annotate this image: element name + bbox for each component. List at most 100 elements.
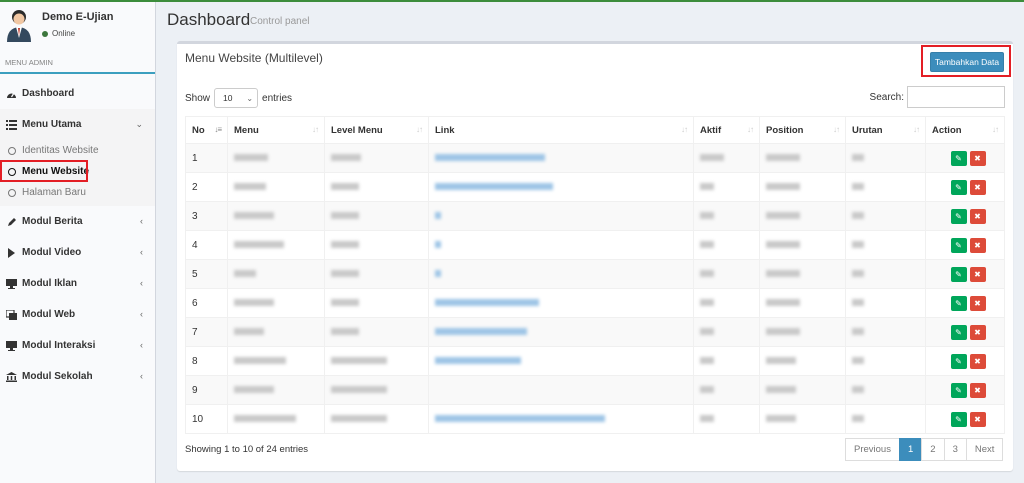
delete-icon[interactable]: ✖ — [969, 179, 986, 195]
edit-icon[interactable]: ✎ — [950, 179, 967, 195]
user-status-label: Online — [52, 29, 76, 38]
cell-link[interactable] — [428, 288, 694, 318]
edit-icon[interactable]: ✎ — [950, 382, 967, 398]
sidebar-item-modul-sekolah[interactable]: Modul Sekolah ‹ — [0, 361, 155, 392]
cell-link[interactable] — [428, 143, 694, 173]
redacted-link[interactable] — [435, 212, 441, 220]
cell-aktif — [693, 346, 760, 376]
sidebar-subitem-halaman-baru[interactable]: Halaman Baru — [0, 182, 155, 203]
redacted-text — [700, 212, 714, 220]
redacted-link[interactable] — [435, 299, 539, 307]
redacted-text — [766, 154, 800, 162]
delete-icon[interactable]: ✖ — [969, 295, 986, 311]
redacted-text — [852, 415, 864, 423]
redacted-text — [700, 183, 714, 191]
delete-icon[interactable]: ✖ — [969, 266, 986, 282]
sort-icon: ↓↑ — [992, 125, 999, 134]
cell-link[interactable] — [428, 201, 694, 231]
column-header-aktif[interactable]: Aktif ↓↑ — [693, 116, 760, 144]
cell-link[interactable] — [428, 346, 694, 376]
delete-icon[interactable]: ✖ — [969, 150, 986, 166]
cell-link[interactable] — [428, 317, 694, 347]
pagination-page-2[interactable]: 2 — [921, 438, 945, 461]
redacted-text — [331, 241, 359, 249]
cell-urutan — [845, 288, 926, 318]
cell-urutan — [845, 375, 926, 405]
delete-icon[interactable]: ✖ — [969, 324, 986, 340]
delete-icon[interactable]: ✖ — [969, 208, 986, 224]
cell-no: 4 — [185, 230, 228, 260]
redacted-link[interactable] — [435, 241, 441, 249]
sidebar-item-modul-iklan[interactable]: Modul Iklan ‹ — [0, 268, 155, 299]
edit-icon[interactable]: ✎ — [950, 353, 967, 369]
redacted-link[interactable] — [435, 415, 605, 423]
redacted-text — [331, 415, 387, 423]
column-header-action[interactable]: Action ↓↑ — [925, 116, 1005, 144]
dashboard-icon — [6, 88, 17, 99]
column-header-label: Aktif — [700, 124, 722, 136]
cell-level-menu — [324, 230, 429, 260]
pagination-page-1[interactable]: 1 — [898, 438, 923, 461]
search-input[interactable] — [907, 86, 1005, 108]
edit-icon[interactable]: ✎ — [950, 266, 967, 282]
circle-icon — [8, 188, 16, 197]
column-header-position[interactable]: Position ↓↑ — [759, 116, 846, 144]
delete-icon[interactable]: ✖ — [969, 382, 986, 398]
entries-label: entries — [262, 92, 293, 104]
edit-icon[interactable]: ✎ — [950, 237, 967, 253]
delete-icon[interactable]: ✖ — [969, 353, 986, 369]
cell-link[interactable] — [428, 404, 694, 434]
sidebar-item-modul-berita[interactable]: Modul Berita ‹ — [0, 206, 155, 237]
cell-no: 1 — [185, 143, 228, 173]
chevron-left-icon: ‹ — [140, 278, 143, 288]
cell-link[interactable] — [428, 172, 694, 202]
column-header-urutan[interactable]: Urutan ↓↑ — [845, 116, 926, 144]
pagination-previous[interactable]: Previous — [845, 438, 900, 461]
sidebar-item-modul-video[interactable]: Modul Video ‹ — [0, 237, 155, 268]
column-header-level-menu[interactable]: Level Menu ↓↑ — [324, 116, 429, 144]
cell-link[interactable] — [428, 230, 694, 260]
redacted-link[interactable] — [435, 183, 553, 191]
redacted-link[interactable] — [435, 154, 545, 162]
sidebar-item-modul-interaksi[interactable]: Modul Interaksi ‹ — [0, 330, 155, 361]
user-panel: Demo E-Ujian Online — [0, 2, 155, 52]
chevron-left-icon: ‹ — [140, 309, 143, 319]
pagination-next[interactable]: Next — [965, 438, 1004, 461]
redacted-link[interactable] — [435, 357, 521, 365]
redacted-text — [766, 357, 796, 365]
redacted-text — [700, 154, 724, 162]
cell-link[interactable] — [428, 375, 694, 405]
column-header-no[interactable]: No ↓≡ — [185, 116, 228, 144]
cell-link[interactable] — [428, 259, 694, 289]
delete-icon[interactable]: ✖ — [969, 411, 986, 427]
sidebar-item-menu-utama[interactable]: Menu Utama ⌄ — [0, 109, 155, 140]
redacted-text — [766, 386, 796, 394]
cell-position — [759, 317, 846, 347]
page-title: Dashboard — [167, 10, 251, 29]
pagination-page-3[interactable]: 3 — [943, 438, 967, 461]
sidebar-item-modul-web[interactable]: Modul Web ‹ — [0, 299, 155, 330]
sidebar-item-label: Modul Video — [22, 247, 82, 258]
cell-menu — [227, 375, 325, 405]
edit-icon[interactable]: ✎ — [950, 150, 967, 166]
cell-urutan — [845, 317, 926, 347]
sidebar-subitem-identitas-website[interactable]: Identitas Website — [0, 140, 155, 161]
edit-icon[interactable]: ✎ — [950, 411, 967, 427]
entries-select[interactable]: 10 ⌄ — [214, 88, 259, 108]
redacted-text — [331, 299, 359, 307]
cell-menu — [227, 201, 325, 231]
edit-icon[interactable]: ✎ — [950, 208, 967, 224]
edit-icon[interactable]: ✎ — [950, 324, 967, 340]
sidebar-item-label: Menu Utama — [22, 119, 82, 130]
column-header-menu[interactable]: Menu ↓↑ — [227, 116, 325, 144]
column-header-link[interactable]: Link ↓↑ — [428, 116, 694, 144]
redacted-link[interactable] — [435, 270, 441, 278]
menu-header: MENU ADMIN — [0, 52, 155, 74]
sidebar-item-dashboard[interactable]: Dashboard — [0, 78, 155, 109]
redacted-link[interactable] — [435, 328, 527, 336]
edit-icon[interactable]: ✎ — [950, 295, 967, 311]
row-number: 6 — [192, 297, 198, 309]
delete-icon[interactable]: ✖ — [969, 237, 986, 253]
table-row: 3 ✎ ✖ — [185, 201, 1005, 231]
redacted-text — [234, 183, 266, 191]
